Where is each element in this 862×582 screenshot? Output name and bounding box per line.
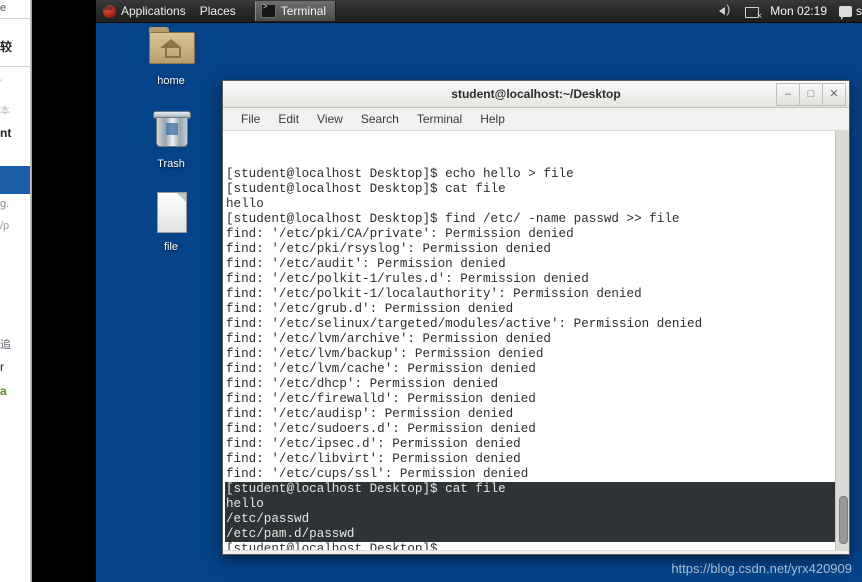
terminal-line: find: '/etc/lvm/archive': Permission den… xyxy=(226,332,551,346)
applications-menu[interactable]: Applications xyxy=(96,0,193,22)
background-text-d: 本 xyxy=(0,106,10,117)
terminal-scrollbar-thumb[interactable] xyxy=(839,496,848,544)
terminal-window-bottom-edge xyxy=(223,550,849,554)
desktop-icon-trash[interactable]: Trash xyxy=(134,105,208,171)
taskbar-item-terminal-label: Terminal xyxy=(280,4,327,18)
terminal-line: find: '/etc/audit': Permission denied xyxy=(226,257,506,271)
terminal-line: find: '/etc/dhcp': Permission denied xyxy=(226,377,499,391)
panel-clock[interactable]: Mon 02:19 xyxy=(764,4,833,18)
watermark: https://blog.csdn.net/yrx420909 xyxy=(671,561,852,576)
terminal-line: find: '/etc/grub.d': Permission denied xyxy=(226,302,514,316)
terminal-window-title: student@localhost:~/Desktop xyxy=(451,87,621,101)
background-window: e 较 ‘ 本 nt g. /p 追 r a xyxy=(0,0,32,582)
menu-item-search[interactable]: Search xyxy=(352,108,408,130)
terminal-line: find: '/etc/ipsec.d': Permission denied xyxy=(226,437,521,451)
terminal-output[interactable]: [student@localhost Desktop]$ echo hello … xyxy=(223,131,835,550)
desktop-icon-home[interactable]: home xyxy=(134,22,208,88)
terminal-line: find: '/etc/lvm/backup': Permission deni… xyxy=(226,347,544,361)
terminal-line: find: '/etc/audisp': Permission denied xyxy=(226,407,514,421)
background-text-b: 较 xyxy=(0,40,13,54)
terminal-icon xyxy=(260,3,276,18)
places-menu-label: Places xyxy=(199,4,236,18)
terminal-line-selected: /etc/passwd xyxy=(225,512,835,527)
terminal-line: find: '/etc/pki/CA/private': Permission … xyxy=(226,227,574,241)
background-text-j: a xyxy=(0,384,7,398)
menu-item-edit[interactable]: Edit xyxy=(269,108,308,130)
terminal-line: hello xyxy=(226,197,264,211)
background-text-c: ‘ xyxy=(0,78,3,89)
terminal-content-area[interactable]: [student@localhost Desktop]$ echo hello … xyxy=(223,131,849,550)
minimize-button[interactable]: – xyxy=(776,83,800,106)
terminal-line: find: '/etc/selinux/targeted/modules/act… xyxy=(226,317,703,331)
terminal-line: find: '/etc/polkit-1/rules.d': Permissio… xyxy=(226,272,589,286)
terminal-line: find: '/etc/sudoers.d': Permission denie… xyxy=(226,422,536,436)
menu-item-view[interactable]: View xyxy=(308,108,352,130)
terminal-line: find: '/etc/firewalld': Permission denie… xyxy=(226,392,536,406)
background-divider-1 xyxy=(0,18,32,19)
desktop-icon-home-label: home xyxy=(157,75,185,87)
panel-status-area: Mon 02:19 s xyxy=(714,0,862,22)
background-text-e: nt xyxy=(0,126,12,140)
terminal-line: [student@localhost Desktop]$ cat file xyxy=(226,182,506,196)
menu-item-help[interactable]: Help xyxy=(471,108,514,130)
terminal-line: find: '/etc/polkit-1/localauthority': Pe… xyxy=(226,287,642,301)
background-text-f: g. xyxy=(0,198,10,210)
message-tray-icon[interactable] xyxy=(839,5,852,20)
text-file-icon xyxy=(147,188,195,236)
places-menu[interactable]: Places xyxy=(193,0,243,22)
terminal-line: find: '/etc/cups/ssl': Permission denied xyxy=(226,467,529,481)
window-controls: – □ ✕ xyxy=(776,83,846,106)
terminal-line: [student@localhost Desktop]$ find /etc/ … xyxy=(226,212,680,226)
home-folder-icon xyxy=(147,22,195,70)
terminal-line: find: '/etc/libvirt': Permission denied xyxy=(226,452,521,466)
terminal-line-selected: hello xyxy=(225,497,835,512)
terminal-line-selected: [student@localhost Desktop]$ cat file xyxy=(225,482,835,497)
terminal-line: [student@localhost Desktop]$ echo hello … xyxy=(226,167,574,181)
panel-user-menu[interactable]: s xyxy=(856,4,862,18)
background-text-h: 追 xyxy=(0,339,11,351)
terminal-line-selected: /etc/pam.d/passwd xyxy=(225,527,835,542)
terminal-line: [student@localhost Desktop]$ xyxy=(226,542,446,550)
background-text-a: e xyxy=(0,2,7,14)
terminal-line: find: '/etc/lvm/cache': Permission denie… xyxy=(226,362,536,376)
gnome-top-panel: Applications Places Terminal Mon 02:19 s xyxy=(96,0,862,23)
taskbar-item-terminal[interactable]: Terminal xyxy=(254,1,337,21)
menu-item-file[interactable]: File xyxy=(232,108,269,130)
terminal-line: find: '/etc/pki/rsyslog': Permission den… xyxy=(226,242,551,256)
background-divider-2 xyxy=(0,66,32,67)
background-highlight-row xyxy=(0,166,32,194)
background-text-i: r xyxy=(0,360,4,374)
volume-icon[interactable] xyxy=(719,2,735,18)
menu-item-terminal[interactable]: Terminal xyxy=(408,108,471,130)
terminal-title-bar[interactable]: student@localhost:~/Desktop – □ ✕ xyxy=(223,81,849,108)
trash-icon xyxy=(147,105,195,153)
screen-black-area xyxy=(32,0,96,582)
desktop-icon-file[interactable]: file xyxy=(134,188,208,254)
maximize-button[interactable]: □ xyxy=(800,83,823,106)
terminal-menu-bar: File Edit View Search Terminal Help xyxy=(223,108,849,131)
desktop-icon-trash-label: Trash xyxy=(157,158,185,170)
network-disconnected-icon[interactable] xyxy=(745,6,762,22)
applications-menu-label: Applications xyxy=(121,4,186,18)
redhat-logo-icon xyxy=(103,4,116,18)
terminal-window[interactable]: student@localhost:~/Desktop – □ ✕ File Ed… xyxy=(222,80,850,555)
background-text-g: /p xyxy=(0,220,10,232)
desktop-icon-file-label: file xyxy=(163,241,179,253)
terminal-scrollbar[interactable] xyxy=(835,131,849,550)
close-button[interactable]: ✕ xyxy=(823,83,846,106)
